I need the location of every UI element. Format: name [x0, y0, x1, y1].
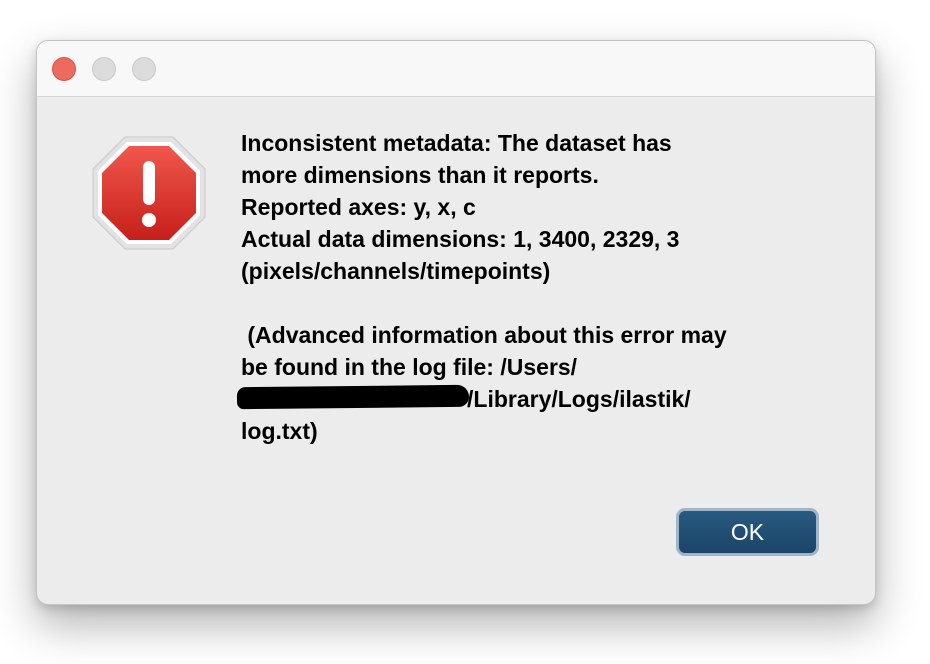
minimize-window-button[interactable]: [92, 57, 116, 81]
title-bar: [37, 41, 875, 97]
stop-sign-exclamation-icon: [92, 136, 206, 250]
close-window-button[interactable]: [52, 57, 76, 81]
zoom-window-button[interactable]: [132, 57, 156, 81]
message-line: (pixels/channels/timepoints): [241, 258, 551, 284]
message-line: Inconsistent metadata: The dataset has: [241, 130, 672, 156]
message-line: Reported axes: y, x, c: [241, 194, 476, 220]
message-line: be found in the log file: /Users/: [241, 354, 578, 380]
ok-button[interactable]: OK: [676, 508, 819, 556]
message-line: Actual data dimensions: 1, 3400, 2329, 3: [241, 226, 680, 252]
message-line: (Advanced information about this error m…: [241, 322, 727, 348]
message-line: log.txt): [241, 418, 318, 444]
message-line: more dimensions than it reports.: [241, 162, 599, 188]
error-dialog: Inconsistent metadata: The dataset has m…: [36, 40, 876, 605]
redaction-mark: [236, 384, 470, 410]
